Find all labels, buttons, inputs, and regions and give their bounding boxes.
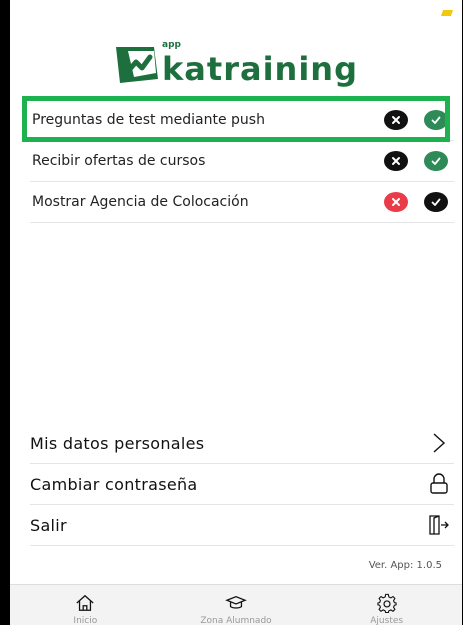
tab-label: Zona Alumnado: [200, 616, 272, 625]
menu-item-change-password[interactable]: Cambiar contraseña: [30, 464, 454, 505]
check-icon: [431, 198, 441, 206]
menu-item-label: Mis datos personales: [30, 433, 205, 453]
reject-toggle-button[interactable]: [384, 151, 408, 171]
check-icon: [431, 157, 441, 165]
tab-zona-alumnado[interactable]: Zona Alumnado: [161, 585, 312, 625]
battery-icon: [440, 10, 454, 16]
graduation-cap-icon: [225, 595, 247, 609]
menu-item-label: Cambiar contraseña: [30, 474, 198, 494]
setting-label: Recibir ofertas de cursos: [32, 153, 206, 169]
exit-door-icon: [428, 514, 450, 536]
setting-label: Preguntas de test mediante push: [32, 112, 265, 128]
app-screen: app katraining Preguntas de test mediant…: [10, 0, 462, 625]
reject-toggle-button[interactable]: [384, 110, 408, 130]
accept-toggle-button[interactable]: [424, 151, 448, 171]
menu-item-label: Salir: [30, 515, 67, 535]
app-logo: app katraining: [10, 36, 462, 92]
accept-toggle-button[interactable]: [424, 192, 448, 212]
close-icon: [392, 116, 400, 124]
app-version: Ver. App: 1.0.5: [368, 560, 442, 571]
tab-ajustes[interactable]: Ajustes: [311, 585, 462, 625]
setting-row-push-test: Preguntas de test mediante push: [30, 100, 454, 141]
close-icon: [392, 198, 400, 206]
setting-label: Mostrar Agencia de Colocación: [32, 194, 249, 210]
tab-label: Ajustes: [370, 616, 404, 625]
setting-row-course-offers: Recibir ofertas de cursos: [30, 141, 454, 182]
menu-item-personal-data[interactable]: Mis datos personales: [30, 423, 454, 464]
logo-mark-icon: [114, 43, 160, 85]
close-icon: [392, 157, 400, 165]
chevron-right-icon: [428, 432, 450, 454]
gear-icon: [377, 593, 397, 613]
logo-brand-name: katraining: [162, 50, 358, 88]
notification-settings-list: Preguntas de test mediante push Recibir …: [30, 100, 454, 223]
account-menu: Mis datos personales Cambiar contraseña …: [30, 423, 454, 546]
tab-inicio[interactable]: Inicio: [10, 585, 161, 625]
logo-wordmark: app katraining: [162, 41, 358, 88]
tab-label: Inicio: [73, 616, 98, 625]
accept-toggle-button[interactable]: [424, 110, 448, 130]
logo-app-label: app: [162, 40, 181, 50]
bottom-tab-bar: Inicio Zona Alumnado Ajustes: [10, 584, 462, 625]
home-icon: [76, 594, 94, 611]
setting-row-placement-agency: Mostrar Agencia de Colocación: [30, 182, 454, 223]
menu-item-logout[interactable]: Salir: [30, 505, 454, 546]
check-icon: [431, 116, 441, 124]
lock-icon: [428, 473, 450, 495]
reject-toggle-button[interactable]: [384, 192, 408, 212]
